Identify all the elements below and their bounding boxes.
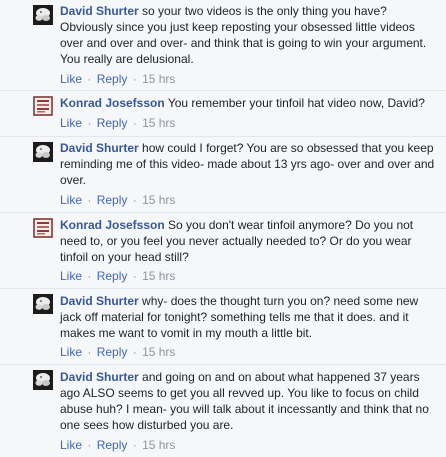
- reply-link[interactable]: Reply: [97, 193, 128, 207]
- reply-link[interactable]: Reply: [97, 72, 128, 86]
- avatar[interactable]: [33, 5, 53, 25]
- like-link[interactable]: Like: [60, 269, 82, 283]
- comment-author[interactable]: David Shurter: [60, 4, 139, 18]
- david-avatar-icon: [33, 5, 53, 25]
- david-avatar-icon: [33, 370, 53, 390]
- comment: David Shurter and going on and on about …: [0, 364, 446, 457]
- comment-actions: Like · Reply · 15 hrs: [60, 345, 175, 359]
- comment-actions: Like · Reply · 15 hrs: [60, 438, 175, 452]
- comment-body: David Shurter so your two videos is the …: [60, 3, 438, 67]
- comment-author[interactable]: Konrad Josefsson: [60, 218, 165, 232]
- comment-author[interactable]: Konrad Josefsson: [60, 96, 165, 110]
- comment-timestamp[interactable]: 15 hrs: [142, 438, 175, 452]
- comment-timestamp[interactable]: 15 hrs: [142, 72, 175, 86]
- comment-actions: Like · Reply · 15 hrs: [60, 269, 175, 283]
- separator: ·: [132, 345, 137, 359]
- konrad-avatar-icon: [33, 218, 53, 238]
- reply-link[interactable]: Reply: [97, 269, 128, 283]
- comment: Konrad Josefsson You remember your tinfo…: [0, 90, 446, 137]
- comment-body: David Shurter why- does the thought turn…: [60, 293, 438, 341]
- separator: ·: [87, 345, 92, 359]
- comment-timestamp[interactable]: 15 hrs: [142, 193, 175, 207]
- separator: ·: [132, 438, 137, 452]
- separator: ·: [87, 72, 92, 86]
- avatar[interactable]: [33, 370, 53, 390]
- comment-timestamp[interactable]: 15 hrs: [142, 116, 175, 130]
- comment-actions: Like · Reply · 15 hrs: [60, 72, 175, 86]
- like-link[interactable]: Like: [60, 345, 82, 359]
- like-link[interactable]: Like: [60, 116, 82, 130]
- david-avatar-icon: [33, 142, 53, 162]
- avatar[interactable]: [33, 142, 53, 162]
- david-avatar-icon: [33, 294, 53, 314]
- separator: ·: [87, 438, 92, 452]
- comment-author[interactable]: David Shurter: [60, 294, 139, 308]
- comment-body: Konrad Josefsson You remember your tinfo…: [60, 95, 438, 111]
- reply-link[interactable]: Reply: [97, 116, 128, 130]
- like-link[interactable]: Like: [60, 438, 82, 452]
- separator: ·: [87, 269, 92, 283]
- separator: ·: [87, 193, 92, 207]
- comment: David Shurter why- does the thought turn…: [0, 288, 446, 365]
- avatar[interactable]: [33, 294, 53, 314]
- reply-link[interactable]: Reply: [97, 345, 128, 359]
- separator: ·: [132, 72, 137, 86]
- separator: ·: [87, 116, 92, 130]
- comment-timestamp[interactable]: 15 hrs: [142, 269, 175, 283]
- separator: ·: [132, 269, 137, 283]
- comment-timestamp[interactable]: 15 hrs: [142, 345, 175, 359]
- separator: ·: [132, 116, 137, 130]
- comment-text: You remember your tinfoil hat video now,…: [167, 96, 425, 110]
- comment-body: David Shurter and going on and on about …: [60, 369, 438, 433]
- avatar[interactable]: [33, 218, 53, 238]
- comment-body: Konrad Josefsson So you don't wear tinfo…: [60, 217, 438, 265]
- comment-actions: Like · Reply · 15 hrs: [60, 193, 175, 207]
- comment: David Shurter how could I forget? You ar…: [0, 136, 446, 213]
- like-link[interactable]: Like: [60, 193, 82, 207]
- comment-body: David Shurter how could I forget? You ar…: [60, 140, 438, 188]
- avatar[interactable]: [33, 96, 53, 116]
- like-link[interactable]: Like: [60, 72, 82, 86]
- comment: David Shurter so your two videos is the …: [0, 0, 446, 91]
- comment-thread: David Shurter so your two videos is the …: [0, 0, 446, 457]
- comment-author[interactable]: David Shurter: [60, 141, 139, 155]
- comment-author[interactable]: David Shurter: [60, 370, 139, 384]
- comment-actions: Like · Reply · 15 hrs: [60, 116, 175, 130]
- reply-link[interactable]: Reply: [97, 438, 128, 452]
- separator: ·: [132, 193, 137, 207]
- comment: Konrad Josefsson So you don't wear tinfo…: [0, 212, 446, 289]
- konrad-avatar-icon: [33, 96, 53, 116]
